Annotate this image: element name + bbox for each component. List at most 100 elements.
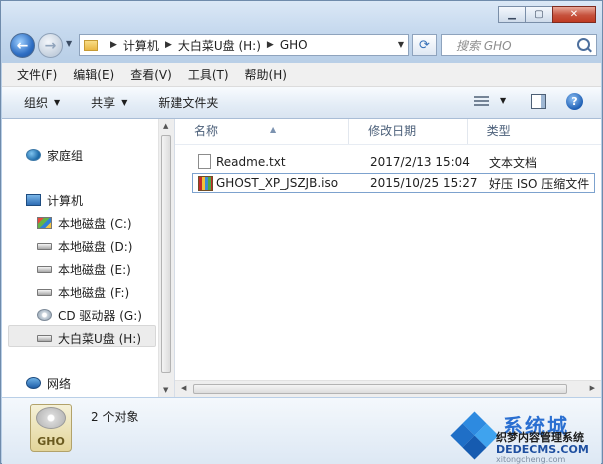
nav-scrollbar[interactable]: ▲ ▼: [158, 119, 174, 397]
computer-icon: [26, 194, 41, 206]
nav-item-network[interactable]: 网络: [26, 373, 71, 393]
chevron-right-icon[interactable]: ▶: [165, 40, 172, 50]
breadcrumb-usb-drive[interactable]: 大白菜U盘 (H:): [178, 37, 261, 54]
system-drive-icon: [37, 217, 52, 229]
navigation-row: ← → ▼ ▶ 计算机 ▶ 大白菜U盘 (H:) ▶ GHO ▼ ⟳ 搜索 GH…: [1, 31, 602, 61]
column-header-type[interactable]: 类型: [468, 119, 601, 144]
file-name: Readme.txt: [216, 155, 286, 169]
navigation-pane: 家庭组 计算机 本地磁盘 (C:) 本地磁盘 (D:) 本地磁盘 (E:) 本地…: [2, 119, 175, 397]
scroll-down-icon[interactable]: ▼: [163, 386, 168, 394]
nav-item-label: 本地磁盘 (C:): [58, 216, 132, 231]
gho-folder-icon: GHO: [30, 404, 72, 452]
new-folder-label: 新建文件夹: [158, 96, 219, 110]
file-row-readme[interactable]: Readme.txt 2017/2/13 15:04 文本文档: [192, 152, 592, 172]
arrow-left-icon: ←: [16, 37, 29, 54]
file-type: 好压 ISO 压缩文件: [489, 176, 590, 191]
organize-label: 组织: [24, 96, 49, 110]
drive-icon: [37, 265, 52, 273]
view-dropdown-icon[interactable]: ▼: [500, 96, 506, 105]
network-icon: [26, 377, 41, 389]
nav-item-label: 家庭组: [47, 148, 84, 163]
search-box[interactable]: 搜索 GHO: [441, 34, 597, 56]
recent-pages-dropdown-icon[interactable]: ▼: [66, 39, 72, 48]
iso-archive-icon: [198, 176, 213, 191]
column-header-name-label: 名称: [194, 124, 219, 138]
column-headers: ▲ 名称 修改日期 类型: [175, 119, 601, 145]
menu-edit[interactable]: 编辑(E): [64, 66, 121, 83]
preview-pane-icon[interactable]: [531, 94, 546, 109]
menu-file[interactable]: 文件(F): [8, 66, 64, 83]
breadcrumb-gho[interactable]: GHO: [280, 38, 308, 52]
help-icon[interactable]: ?: [566, 93, 583, 110]
column-header-type-label: 类型: [486, 124, 511, 138]
nav-item-label: 本地磁盘 (D:): [58, 239, 133, 254]
nav-item-cd-drive-g[interactable]: CD 驱动器 (G:): [37, 305, 142, 325]
minimize-button[interactable]: ▁: [498, 6, 526, 23]
scroll-right-icon[interactable]: ▶: [590, 384, 595, 392]
horizontal-scrollbar[interactable]: ◀ ▶: [175, 380, 601, 397]
nav-item-label: 本地磁盘 (F:): [58, 285, 130, 300]
chevron-right-icon[interactable]: ▶: [110, 40, 117, 50]
refresh-button[interactable]: ⟳: [412, 34, 437, 56]
cd-drive-icon: [37, 309, 52, 321]
sort-ascending-icon: ▲: [270, 125, 277, 134]
horizontal-scroll-thumb[interactable]: [193, 384, 567, 394]
watermark-logo-icon: [450, 411, 499, 460]
nav-scroll-thumb[interactable]: [161, 135, 171, 373]
organize-button[interactable]: 组织 ▼: [24, 94, 60, 111]
nav-item-computer[interactable]: 计算机: [26, 190, 83, 210]
menu-help[interactable]: 帮助(H): [236, 66, 294, 83]
chevron-down-icon: ▼: [54, 98, 61, 107]
close-button[interactable]: ✕: [552, 6, 596, 23]
text-file-icon: [198, 154, 211, 169]
homegroup-icon: [26, 149, 41, 161]
command-bar: 组织 ▼ 共享 ▼ 新建文件夹 ▼ ?: [2, 87, 601, 119]
forward-button[interactable]: →: [38, 33, 63, 58]
file-type: 文本文档: [489, 155, 538, 170]
nav-item-homegroup[interactable]: 家庭组: [26, 145, 83, 165]
nav-item-label: 网络: [47, 376, 72, 391]
search-input[interactable]: 搜索 GHO: [456, 37, 512, 54]
new-folder-button[interactable]: 新建文件夹: [158, 94, 218, 111]
file-name: GHOST_XP_JSZJB.iso: [216, 176, 339, 190]
scroll-up-icon[interactable]: ▲: [163, 122, 168, 130]
nav-item-label: 大白菜U盘 (H:): [58, 331, 142, 346]
breadcrumb-computer[interactable]: 计算机: [123, 37, 159, 54]
chevron-right-icon[interactable]: ▶: [267, 40, 274, 50]
disc-icon: [36, 407, 66, 429]
usb-drive-icon: [37, 334, 52, 342]
nav-item-drive-d[interactable]: 本地磁盘 (D:): [37, 236, 132, 256]
address-dropdown-icon[interactable]: ▼: [398, 40, 404, 49]
nav-item-usb-drive-h[interactable]: 大白菜U盘 (H:): [37, 328, 141, 348]
folder-icon: [84, 39, 98, 51]
explorer-window: ▁ ▢ ✕ ← → ▼ ▶ 计算机 ▶ 大白菜U盘 (H:) ▶ GHO ▼ ⟳…: [0, 0, 603, 464]
nav-item-drive-e[interactable]: 本地磁盘 (E:): [37, 259, 131, 279]
file-list-pane: ▲ 名称 修改日期 类型 Readme.txt 2017/2/13 15:04 …: [175, 119, 601, 397]
share-label: 共享: [91, 96, 116, 110]
caption-buttons: ▁ ▢ ✕: [498, 6, 596, 23]
nav-item-drive-c[interactable]: 本地磁盘 (C:): [37, 213, 132, 233]
search-icon[interactable]: [577, 38, 590, 51]
menu-view[interactable]: 查看(V): [121, 66, 179, 83]
column-header-name[interactable]: ▲ 名称: [175, 119, 350, 144]
menu-tools[interactable]: 工具(T): [179, 66, 236, 83]
watermark-url-secondary: xitongcheng.com: [496, 455, 566, 464]
column-header-modified-label: 修改日期: [368, 124, 417, 138]
nav-item-drive-f[interactable]: 本地磁盘 (F:): [37, 282, 129, 302]
address-bar[interactable]: ▶ 计算机 ▶ 大白菜U盘 (H:) ▶ GHO ▼: [79, 34, 409, 56]
maximize-button[interactable]: ▢: [525, 6, 553, 23]
nav-item-label: 计算机: [47, 193, 84, 208]
arrow-right-icon: →: [44, 37, 57, 54]
refresh-icon: ⟳: [419, 37, 430, 53]
gho-icon-label: GHO: [37, 435, 65, 448]
column-header-modified[interactable]: 修改日期: [349, 119, 468, 144]
back-button[interactable]: ←: [10, 33, 35, 58]
chevron-down-icon: ▼: [121, 98, 128, 107]
drive-icon: [37, 242, 52, 250]
file-row-iso[interactable]: GHOST_XP_JSZJB.iso 2015/10/25 15:27 好压 I…: [192, 173, 595, 193]
nav-item-label: CD 驱动器 (G:): [58, 308, 142, 323]
view-mode-icon[interactable]: [474, 96, 489, 108]
menu-bar: 文件(F) 编辑(E) 查看(V) 工具(T) 帮助(H): [2, 63, 601, 87]
share-button[interactable]: 共享 ▼: [91, 94, 127, 111]
scroll-left-icon[interactable]: ◀: [181, 384, 186, 392]
